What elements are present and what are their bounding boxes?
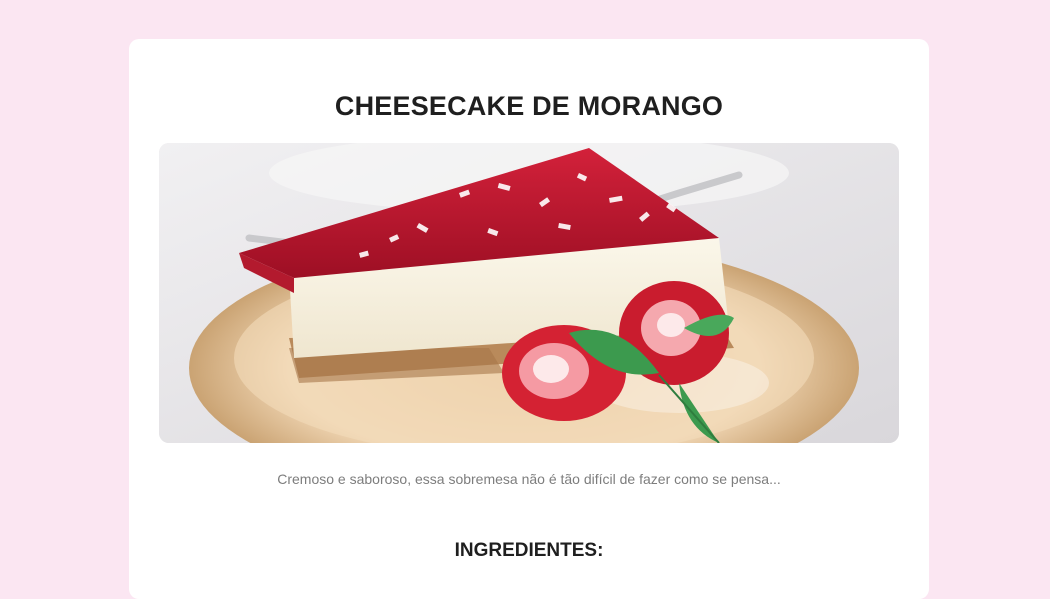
ingredients-heading: INGREDIENTES: [454,540,604,561]
recipe-title: CHEESECAKE DE MORANGO [334,91,724,121]
recipe-description: Cremoso e saboroso, essa sobremesa não é… [277,471,781,487]
recipe-card: CHEESECAKE DE MORANGO Cremoso e saboroso… [129,39,929,599]
recipe-photo [159,143,899,443]
